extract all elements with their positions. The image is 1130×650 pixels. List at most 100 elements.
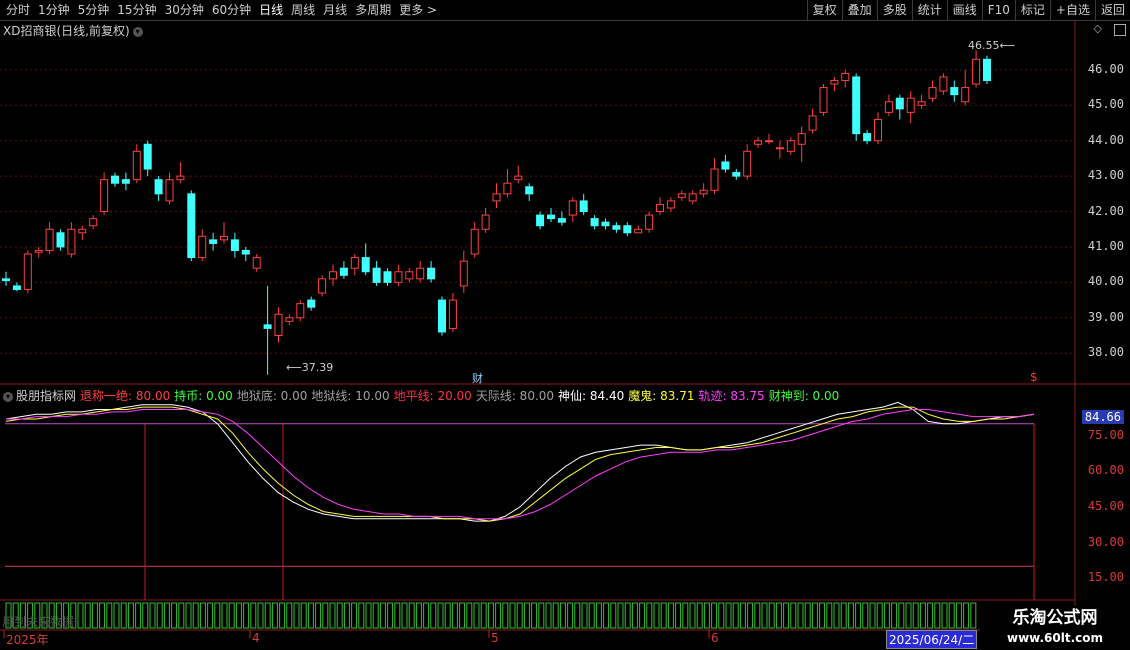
signal-bar <box>811 602 818 629</box>
period-tab[interactable]: 30分钟 <box>161 0 208 20</box>
signal-bar <box>243 602 250 629</box>
signal-bar <box>934 602 941 629</box>
indicator-tick: 15.00 <box>1087 570 1124 585</box>
toolbar-button[interactable]: 返回 <box>1094 0 1130 20</box>
signal-bar <box>192 602 199 629</box>
signal-bar <box>876 602 883 629</box>
period-tab[interactable]: 分时 <box>2 0 34 20</box>
candle-body <box>274 313 283 336</box>
toolbar-button[interactable]: 多股 <box>876 0 912 20</box>
diamond-icon[interactable]: ◇ <box>1094 22 1102 35</box>
period-tab[interactable]: 更多 > <box>395 0 441 20</box>
period-tab[interactable]: 周线 <box>287 0 319 20</box>
toolbar-button[interactable]: F10 <box>981 0 1015 20</box>
period-tab[interactable]: 60分钟 <box>208 0 255 20</box>
signal-bar <box>171 602 178 629</box>
candle-body <box>187 193 196 259</box>
indicator-name[interactable]: 股朋指标网 <box>16 389 76 403</box>
signal-bar <box>617 602 624 629</box>
signal-bar <box>919 602 926 629</box>
signal-bar <box>415 602 422 629</box>
dropdown-icon[interactable]: ▾ <box>3 391 13 402</box>
price-tick: 39.00 <box>1087 309 1124 324</box>
candle-body <box>416 267 425 280</box>
period-tab[interactable]: 5分钟 <box>74 0 114 20</box>
signal-bar <box>768 602 775 629</box>
brand-url: www.60lt.com <box>1006 631 1104 645</box>
signal-bar <box>624 602 631 629</box>
indicator-params: 退称一绝: 80.00 持币: 0.00 地狱底: 0.00 地狱线: 10.00 地平… <box>80 389 843 403</box>
indicator-param: 持币: 0.00 <box>174 389 233 403</box>
candle-body <box>841 72 850 81</box>
signal-bar <box>127 602 134 629</box>
date-label: 4 <box>252 631 260 645</box>
signal-bar <box>963 602 970 629</box>
signal-bar <box>178 602 185 629</box>
candle-body <box>339 267 348 276</box>
signal-bar <box>293 602 300 629</box>
indicator-tick: 60.00 <box>1087 463 1124 478</box>
candle-body <box>874 118 882 142</box>
candle-body <box>863 133 872 142</box>
signal-bar <box>451 602 458 629</box>
signal-bar <box>531 602 538 629</box>
candle-body <box>438 299 446 333</box>
indicator-line <box>6 409 1035 520</box>
indicator-title: ▾ 股朋指标网 退称一绝: 80.00 持币: 0.00 地狱底: 0.00 地狱线: 1… <box>3 387 847 404</box>
candle-body <box>917 101 926 106</box>
candle-body <box>786 140 795 152</box>
toolbar-button[interactable]: 统计 <box>911 0 947 20</box>
toolbar-button[interactable]: 叠加 <box>841 0 877 20</box>
toolbar-button[interactable]: 画线 <box>946 0 982 20</box>
candle-body <box>775 147 784 150</box>
signal-bar <box>336 602 343 629</box>
candle-body <box>263 324 272 329</box>
candle-body <box>710 168 719 191</box>
indicator-line <box>5 401 1035 522</box>
candle-body <box>895 97 904 110</box>
candle-body <box>78 228 87 234</box>
candle-body <box>230 239 239 251</box>
indicator-param: 地平线: 20.00 <box>393 389 472 403</box>
signal-bar <box>516 602 523 629</box>
candle-body <box>677 193 686 198</box>
dollar-marker[interactable]: $ <box>1030 370 1038 384</box>
candle-body <box>666 200 675 209</box>
candle-body <box>12 285 21 290</box>
dropdown-icon[interactable]: ▾ <box>132 26 143 37</box>
signal-bar <box>588 602 595 629</box>
brand-name: 乐淘公式网 <box>1012 608 1098 628</box>
candle-body <box>100 179 109 213</box>
signal-bar <box>264 602 271 629</box>
candle-body <box>743 150 752 177</box>
signal-bar <box>106 602 113 629</box>
signal-bar <box>430 602 437 629</box>
period-tab[interactable]: 月线 <box>319 0 351 20</box>
candle-body <box>754 140 763 145</box>
period-tab[interactable]: 1分钟 <box>34 0 74 20</box>
signal-bar <box>797 602 804 629</box>
signal-bar <box>855 602 862 629</box>
period-tab[interactable]: 多周期 <box>351 0 395 20</box>
signal-bar <box>840 602 847 629</box>
candle-body <box>329 271 337 280</box>
signal-bar <box>480 602 487 629</box>
period-tab[interactable]: 15分钟 <box>113 0 160 20</box>
signal-bar <box>552 602 559 629</box>
period-tab[interactable]: 日线 <box>255 0 287 20</box>
signal-bar <box>653 602 660 629</box>
candlestick-chart[interactable] <box>0 0 1130 650</box>
finance-marker[interactable]: 财 <box>472 370 483 386</box>
candle-body <box>492 193 501 202</box>
toolbar-button[interactable]: 标记 <box>1014 0 1050 20</box>
candle-body <box>89 218 98 227</box>
signal-bar <box>372 602 379 629</box>
candle-body <box>645 214 654 230</box>
toolbar-button[interactable]: +自选 <box>1049 0 1095 20</box>
toolbar-button[interactable]: 复权 <box>806 0 842 20</box>
low-annotation: ⟵37.39 <box>286 361 334 374</box>
signal-bar <box>113 602 120 629</box>
candle-body <box>361 257 370 273</box>
window-icon[interactable] <box>1114 24 1126 36</box>
indicator-line <box>5 406 1035 522</box>
